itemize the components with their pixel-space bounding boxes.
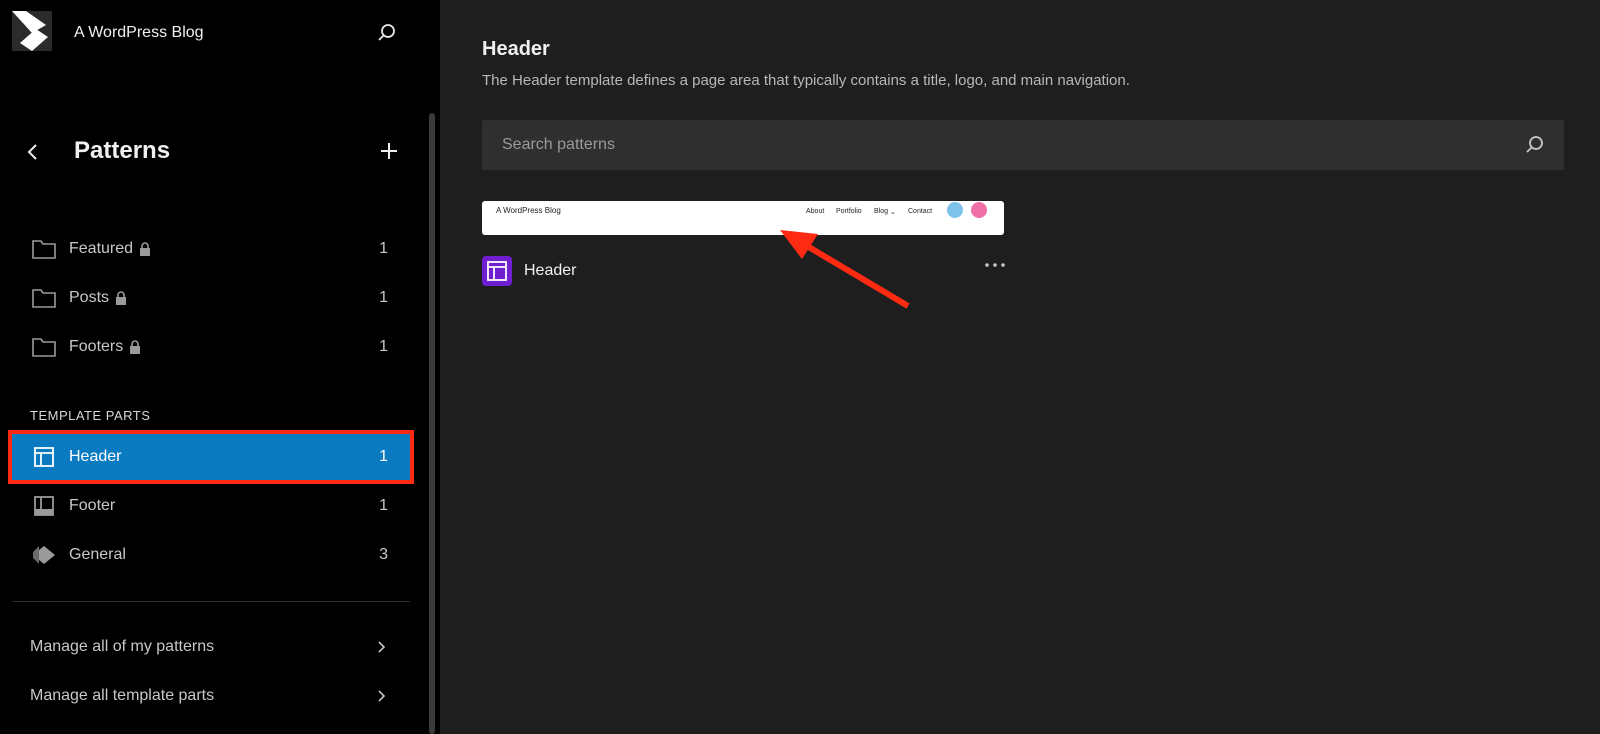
manage-template-parts-link[interactable]: Manage all template parts — [12, 674, 410, 718]
header-layout-icon — [482, 256, 512, 286]
add-pattern-button[interactable] — [378, 140, 400, 162]
lock-icon — [115, 291, 129, 305]
footer-layout-icon — [31, 493, 57, 519]
lock-icon — [139, 242, 153, 256]
manage-link-label: Manage all template parts — [30, 687, 215, 704]
chevron-down-icon: ⌄ — [890, 209, 896, 216]
sidebar-header: Patterns — [0, 128, 430, 178]
manage-link-label: Manage all of my patterns — [30, 638, 215, 655]
sidebar-item-posts[interactable]: Posts 1 — [12, 275, 410, 321]
sidebar-item-count: 1 — [379, 448, 388, 465]
header-layout-icon — [31, 444, 57, 470]
plus-icon — [381, 143, 397, 159]
sidebar-item-count: 1 — [379, 289, 388, 306]
folder-icon — [31, 285, 57, 311]
sidebar-item-label: Footers — [69, 338, 124, 355]
folder-icon — [31, 236, 57, 262]
main-content: Header The Header template defines a pag… — [440, 0, 1600, 734]
wordpress-logo-icon[interactable] — [12, 11, 52, 51]
sidebar-item-label: Header — [69, 448, 122, 465]
sidebar-item-general[interactable]: General 3 — [12, 532, 410, 578]
sidebar-item-featured[interactable]: Featured 1 — [12, 226, 410, 272]
sidebar-item-count: 1 — [379, 497, 388, 514]
sidebar-item-label: Footer — [69, 497, 116, 514]
sidebar-item-footer[interactable]: Footer 1 — [12, 483, 410, 529]
sidebar-item-header[interactable]: Header 1 — [8, 430, 414, 484]
annotation-arrow-icon — [780, 230, 910, 309]
chevron-right-icon — [374, 640, 388, 654]
chevron-right-icon — [374, 689, 388, 703]
sidebar-divider — [12, 601, 410, 602]
preview-site-title: A WordPress Blog — [496, 206, 561, 215]
search-icon[interactable] — [376, 22, 398, 44]
chevron-left-icon — [27, 144, 37, 160]
sidebar: A WordPress Blog Patterns Featured 1 Pos… — [0, 0, 440, 734]
pattern-title[interactable]: Header — [524, 262, 576, 280]
sidebar-item-count: 3 — [379, 546, 388, 563]
sidebar-item-count: 1 — [379, 240, 388, 257]
folder-icon — [31, 334, 57, 360]
search-icon[interactable] — [1524, 134, 1546, 156]
preview-nav-item: Portfolio — [836, 208, 862, 215]
back-button[interactable] — [22, 141, 44, 163]
pattern-card-footer: Header — [482, 256, 1005, 286]
search-input[interactable] — [482, 120, 1502, 170]
sidebar-item-label: Featured — [69, 240, 134, 257]
lock-icon — [129, 340, 143, 354]
preview-nav-item: Contact — [908, 208, 933, 215]
sidebar-item-footers[interactable]: Footers 1 — [12, 324, 410, 370]
pattern-preview[interactable]: A WordPress Blog About Portfolio Blog ⌄ … — [482, 201, 1004, 235]
sidebar-item-label: General — [69, 546, 126, 563]
manage-my-patterns-link[interactable]: Manage all of my patterns — [12, 625, 410, 669]
search-box — [482, 120, 1564, 170]
template-parts-heading: TEMPLATE PARTS — [30, 408, 151, 423]
twitter-icon — [947, 202, 963, 218]
sidebar-scrollbar[interactable] — [429, 113, 435, 734]
symbol-diamond-icon — [31, 542, 57, 568]
more-horizontal-icon[interactable] — [982, 256, 1008, 276]
site-title[interactable]: A WordPress Blog — [74, 24, 204, 42]
instagram-icon — [971, 202, 987, 218]
sidebar-item-label: Posts — [69, 289, 110, 306]
preview-nav-item: Blog — [874, 208, 889, 215]
page-title: Header — [482, 38, 550, 60]
preview-nav-item: About — [806, 208, 825, 215]
page-description: The Header template defines a page area … — [482, 72, 1130, 89]
sidebar-title: Patterns — [74, 137, 171, 164]
sidebar-item-count: 1 — [379, 338, 388, 355]
site-hub: A WordPress Blog — [0, 0, 440, 70]
